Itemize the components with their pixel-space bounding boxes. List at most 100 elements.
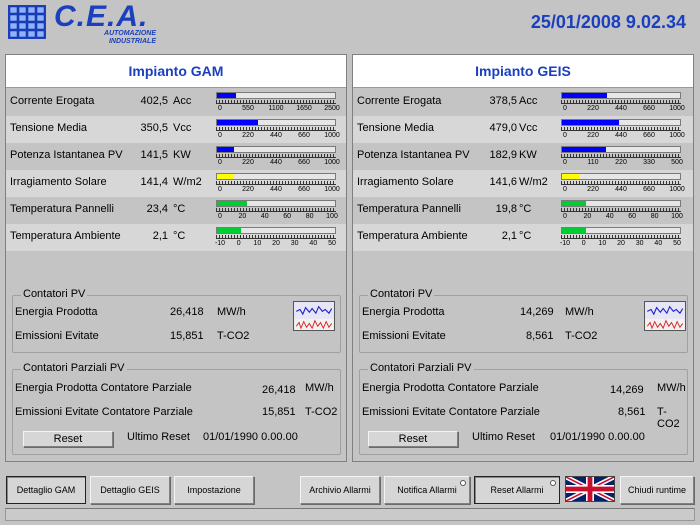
gauge-tick-label: 0 [218,213,222,220]
chiudi-runtime-button[interactable]: Chiudi runtime [620,476,694,504]
ultimo-reset-label: Ultimo Reset [127,431,190,443]
measure-value: 23,4 [146,203,168,215]
measure-unit: °C [519,230,532,242]
logo-sub-line2: INDUSTRIALE [108,38,156,45]
gauge-track [561,146,681,153]
measure-value: 378,5 [489,95,517,107]
archivio-allarmi-button[interactable]: Archivio Allarmi [300,476,380,504]
gauge-ticks [216,100,336,104]
measure-gauge: 0 20 40 60 80 100 [216,200,340,222]
gauge-tick-label: 30 [290,240,299,247]
dettaglio-geis-button[interactable]: Dettaglio GEIS [90,476,170,504]
trend-chart-icon[interactable] [644,301,686,331]
reset-button[interactable]: Reset [23,431,113,447]
gauge-track [216,146,336,153]
measure-unit: °C [173,230,186,242]
gauge-tick-label: 40 [654,240,663,247]
measure-gauge: 0 220 440 660 1000 [216,146,340,168]
gauge-tick-label: 40 [605,213,614,220]
notifica-allarmi-button[interactable]: Notifica Allarmi [384,476,470,504]
gauge-ticks [561,208,681,212]
gauge-tick-label: 220 [615,159,627,166]
reset-button[interactable]: Reset [368,431,458,447]
measure-gauge: 0 220 440 660 1000 [561,173,685,195]
gauge-tick-label: 220 [587,132,599,139]
gauge-tick-label: 440 [615,132,627,139]
measure-value: 479,0 [489,122,517,134]
gauge-tick-label: 220 [242,186,254,193]
measure-gauge: 0 20 40 60 80 100 [561,200,685,222]
gauge-fill [217,228,241,233]
trend-chart-icon[interactable] [293,301,335,331]
gauge-ticks [216,235,336,239]
energia-label: Energia Prodotta [15,306,98,318]
measure-value: 141,4 [140,176,168,188]
panel-gam: Impianto GAM Corrente Erogata 402,5 Acc 0 550… [5,54,347,462]
parziali-title: Contatori Parziali PV [368,362,474,374]
gauge-tick-label: 1000 [669,186,685,193]
logo-sub-line1: AUTOMAZIONE [104,30,156,37]
gauge-fill [217,174,234,179]
gauge-ticks [216,127,336,131]
gauge-tick-label: 1000 [669,132,685,139]
gauge-fill [562,201,586,206]
measure-gauge: -10 0 10 20 30 40 50 [560,227,685,249]
notifica-allarmi-label: Notifica Allarmi [397,485,457,495]
parziale-emissioni-label: Emissioni Evitate Contatore Parziale [15,406,193,418]
measure-unit: °C [173,203,186,215]
gauge-fill [562,120,619,125]
gauge-tick-label: 10 [253,240,262,247]
gauge-track [216,92,336,99]
parziale-emissioni-label: Emissioni Evitate Contatore Parziale [362,406,540,418]
gauge-track [561,173,681,180]
logo-solar-panel-icon [8,5,46,39]
gauge-tick-label: 40 [309,240,318,247]
gauge-tick-label: 50 [328,240,336,247]
parziale-energia-value: 14,269 [610,384,644,396]
header: C.E.A. AUTOMAZIONE INDUSTRIALE 25/01/200… [0,0,700,50]
measure-value: 141,5 [140,149,168,161]
measure-value: 141,6 [489,176,517,188]
gauge-tick-label: 660 [298,132,310,139]
logo-text: C.E.A. [54,0,149,33]
gauge-ticks [216,208,336,212]
measure-label: Irragiamento Solare [357,176,454,188]
gauge-tick-label: 660 [643,132,655,139]
gauge-tick-label: 20 [238,213,247,220]
dettaglio-gam-button[interactable]: Dettaglio GAM [6,476,86,504]
measure-label: Temperatura Ambiente [357,230,468,242]
measure-unit: Acc [173,95,192,107]
gauge-tick-label: 440 [270,186,282,193]
gauge-tick-label: 0 [563,159,567,166]
gauge-tick-label: 20 [617,240,625,247]
gauge-tick-label: 0 [218,186,222,193]
gauge-ticks [561,235,681,239]
gauge-tick-label: -10 [214,240,226,247]
ultimo-reset-value: 01/01/1990 0.00.00 [550,431,645,443]
panel-geis: Impianto GEIS Corrente Erogata 378,5 Acc 0 22… [352,54,694,462]
measure-label: Corrente Erogata [10,95,95,107]
contatori-group: Contatori PV Energia Prodotta 14,269 MW/h Em… [359,288,688,353]
gauge-tick-label: 330 [643,159,655,166]
gauge-tick-label: 30 [635,240,644,247]
impostazione-button[interactable]: Impostazione [174,476,254,504]
gauge-ticks [561,127,681,131]
logo-subtitle: AUTOMAZIONE INDUSTRIALE [70,30,156,46]
contatori-title: Contatori PV [368,288,435,300]
measure-row: Irragiamento Solare 141,6 W/m2 0 220 440 660 10… [353,170,693,197]
gauge-track [216,119,336,126]
parziale-energia-label: Energia Prodotta Contatore Parziale [362,382,539,394]
contatori-title: Contatori PV [21,288,88,300]
gauge-tick-label: 1000 [324,132,340,139]
emissioni-unit: T-CO2 [217,330,250,342]
measure-unit: °C [519,203,532,215]
parziale-emissioni-unit: T-CO2 [305,406,338,418]
energia-unit: MW/h [565,306,594,318]
uk-flag-icon[interactable] [565,476,615,502]
gauge-track [561,200,681,207]
measure-label: Corrente Erogata [357,95,442,107]
reset-allarmi-button[interactable]: Reset Allarmi [474,476,560,504]
contatori-parziali-group: Contatori Parziali PV Energia Prodotta Co… [12,362,341,455]
parziale-energia-unit: MW/h [305,382,334,394]
gauge-tick-label: 660 [298,159,310,166]
